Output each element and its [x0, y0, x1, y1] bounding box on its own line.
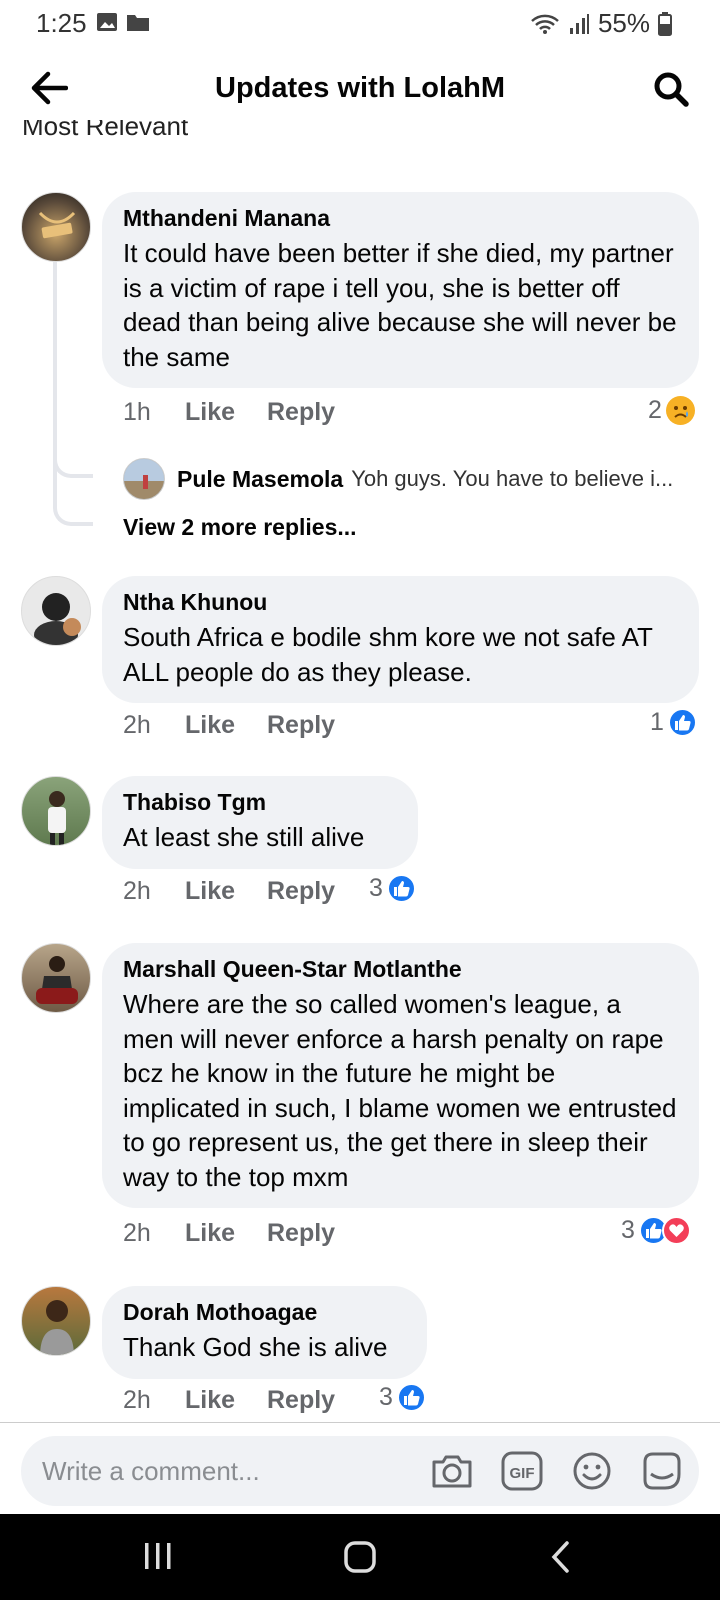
comment-actions: 2h Like Reply: [123, 877, 335, 906]
comment-placeholder: Write a comment...: [42, 1456, 260, 1486]
comment-author[interactable]: Mthandeni Manana: [123, 204, 677, 232]
gif-icon[interactable]: GIF: [499, 1448, 545, 1494]
reaction-count: 3: [379, 1383, 393, 1411]
back-nav-icon[interactable]: [550, 1540, 572, 1574]
status-notification-icons: [96, 11, 150, 33]
comment-text: Where are the so called women's league, …: [123, 989, 677, 1192]
svg-text:GIF: GIF: [510, 1465, 535, 1482]
composer-icons: GIF: [429, 1448, 685, 1494]
love-reaction-icon: [661, 1216, 691, 1245]
signal-icon: [569, 13, 589, 34]
camera-icon[interactable]: [429, 1448, 475, 1494]
avatar-image: [36, 956, 78, 1004]
emoji-icon[interactable]: [569, 1448, 615, 1494]
avatar[interactable]: [21, 1286, 91, 1356]
gallery-icon: [97, 13, 117, 31]
comment-time: 2h: [123, 877, 151, 905]
comment-input[interactable]: Write a comment... GIF: [21, 1436, 699, 1506]
comment-actions: 2h Like Reply: [123, 711, 335, 740]
reply-avatar-image: [124, 459, 164, 499]
avatar[interactable]: [21, 192, 91, 262]
like-link[interactable]: Like: [185, 877, 267, 906]
comment-author[interactable]: Thabiso Tgm: [123, 788, 396, 816]
like-link[interactable]: Like: [185, 1219, 267, 1248]
comment-bubble[interactable]: Dorah Mothoagae Thank God she is alive: [102, 1286, 427, 1379]
status-bar: 1:25 55%: [0, 0, 720, 46]
comment-text: South Africa e bodile shm kore we not sa…: [123, 622, 653, 687]
avatar-image: [38, 211, 76, 239]
reply-avatar[interactable]: [123, 458, 165, 500]
like-link[interactable]: Like: [185, 711, 267, 740]
reply-link[interactable]: Reply: [267, 877, 335, 906]
comment-time: 2h: [123, 1386, 151, 1414]
folder-icon: [127, 15, 149, 31]
recent-apps-icon[interactable]: [143, 1540, 173, 1572]
reaction-summary[interactable]: 3: [621, 1216, 691, 1245]
comment-bubble[interactable]: Mthandeni Manana It could have been bett…: [102, 192, 699, 388]
reply-link[interactable]: Reply: [267, 711, 335, 740]
like-link[interactable]: Like: [185, 1386, 267, 1415]
system-nav-bar: [0, 1514, 720, 1600]
avatar[interactable]: [21, 943, 91, 1013]
comment-author[interactable]: Ntha Khunou: [123, 588, 677, 616]
search-icon[interactable]: [652, 70, 690, 108]
reaction-count: 3: [621, 1216, 635, 1244]
avatar-image: [48, 791, 66, 845]
home-icon[interactable]: [343, 1540, 377, 1574]
avatar-image: [34, 593, 81, 645]
reaction-summary[interactable]: 2: [648, 396, 695, 425]
like-reaction-icon: [667, 708, 697, 737]
like-reaction-icon: [396, 1383, 426, 1412]
thread-line: [53, 262, 93, 526]
comment-actions: 2h Like Reply: [123, 1386, 335, 1415]
avatar-image: [40, 1300, 74, 1355]
comment-text: Thank God she is alive: [123, 1332, 388, 1362]
comment-bubble[interactable]: Ntha Khunou South Africa e bodile shm ko…: [102, 576, 699, 703]
reply-author[interactable]: Pule Masemola: [177, 466, 343, 493]
comment-time: 1h: [123, 398, 151, 426]
like-reaction-icon: [386, 874, 416, 903]
sad-reaction-icon: [665, 396, 695, 425]
reaction-count: 1: [650, 708, 664, 736]
reply-link[interactable]: Reply: [267, 1219, 335, 1248]
comment-actions: 2h Like Reply: [123, 1219, 335, 1248]
page-title: Updates with LolahM: [215, 72, 505, 104]
view-more-replies[interactable]: View 2 more replies...: [123, 514, 357, 541]
reply-preview[interactable]: Pule Masemola Yoh guys. You have to beli…: [123, 458, 673, 500]
sort-label[interactable]: Most Relevant: [22, 120, 188, 142]
comment-text: At least she still alive: [123, 822, 365, 852]
reaction-summary[interactable]: 3: [369, 874, 416, 903]
sort-label-text: Most Relevant: [22, 120, 189, 141]
reaction-count: 2: [648, 396, 662, 424]
reply-text: Yoh guys. You have to believe i...: [351, 466, 674, 491]
sticker-icon[interactable]: [639, 1448, 685, 1494]
status-time: 1:25: [36, 8, 87, 38]
like-link[interactable]: Like: [185, 398, 267, 427]
comment-time: 2h: [123, 711, 151, 739]
comment-author[interactable]: Marshall Queen-Star Motlanthe: [123, 955, 677, 983]
comment-time: 2h: [123, 1219, 151, 1247]
battery-percent: 55%: [597, 8, 650, 38]
wifi-icon: [531, 14, 559, 34]
reaction-count: 3: [369, 874, 383, 902]
comment-bubble[interactable]: Thabiso Tgm At least she still alive: [102, 776, 418, 869]
reaction-summary[interactable]: 1: [650, 708, 697, 737]
comment-actions: 1h Like Reply: [123, 398, 335, 427]
reply-link[interactable]: Reply: [267, 398, 335, 427]
avatar[interactable]: [21, 576, 91, 646]
comment-composer: Write a comment... GIF: [0, 1422, 720, 1514]
status-right: 55%: [530, 8, 672, 39]
comment-author[interactable]: Dorah Mothoagae: [123, 1298, 405, 1326]
reply-link[interactable]: Reply: [267, 1386, 335, 1415]
comment-bubble[interactable]: Marshall Queen-Star Motlanthe Where are …: [102, 943, 699, 1208]
battery-icon: [658, 11, 672, 36]
comment-text: It could have been better if she died, m…: [123, 238, 677, 372]
avatar[interactable]: [21, 776, 91, 846]
reaction-summary[interactable]: 3: [379, 1383, 426, 1412]
